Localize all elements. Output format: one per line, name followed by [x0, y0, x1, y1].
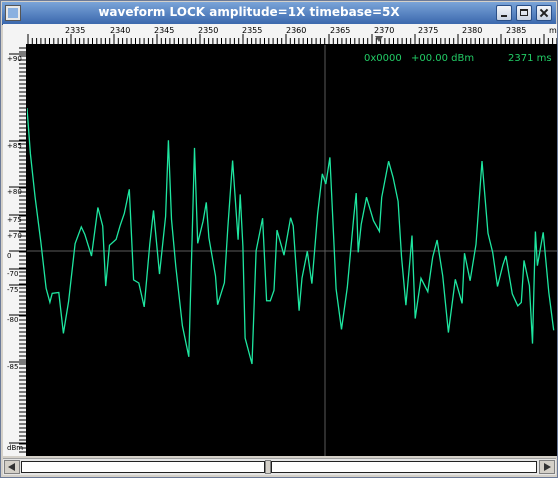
- arrow-left-icon[interactable]: [4, 460, 20, 474]
- time-tick-label: 2355: [242, 26, 262, 35]
- level-tick-label: +75: [7, 216, 22, 224]
- time-tick-label: 2360: [286, 26, 306, 35]
- level-tick-label: +85: [7, 142, 22, 150]
- level-tick-label: -75: [7, 286, 18, 294]
- waveform-trace: [27, 108, 555, 365]
- time-tick-label: 2380: [462, 26, 482, 35]
- maximize-button[interactable]: [516, 5, 532, 21]
- time-tick-label: 2370: [374, 26, 394, 35]
- readout-time: 2371 ms: [508, 53, 552, 64]
- level-tick-label: +80: [7, 188, 22, 196]
- close-button[interactable]: [536, 5, 552, 21]
- time-tick-label: 2385: [506, 26, 526, 35]
- time-ruler: 2335 2340 2345 2350 2355 2360 2365 2370 2375 2380…: [26, 24, 557, 45]
- time-tick-label: ms: [549, 26, 557, 35]
- time-tick-label: 2345: [154, 26, 174, 35]
- waveform-window: waveform LOCK amplitude=1X timebase=5X 2…: [0, 0, 558, 478]
- readout-level: +00.00 dBm: [411, 53, 474, 64]
- time-ruler-svg: 2335 2340 2345 2350 2355 2360 2365 2370 2375 2380…: [27, 26, 557, 44]
- time-tick-label: 2335: [65, 26, 85, 35]
- level-tick-label: dBm: [7, 444, 23, 452]
- minimize-button[interactable]: [496, 5, 512, 21]
- window-title: waveform LOCK amplitude=1X timebase=5X: [98, 5, 400, 19]
- level-ruler-svg: +90 +85 +80 +75 +70 0 -70 -75 -80 -85 dBm: [7, 47, 26, 453]
- time-tick-label: 2365: [330, 26, 350, 35]
- level-ruler: +90 +85 +80 +75 +70 0 -70 -75 -80 -85 dBm: [3, 44, 27, 456]
- scroll-track-right[interactable]: [271, 461, 537, 473]
- time-tick-label: 2375: [418, 26, 438, 35]
- level-tick-label: +70: [7, 232, 22, 240]
- level-tick-label: 0: [7, 252, 11, 260]
- ruler-corner: [3, 24, 26, 44]
- time-tick-label: 2340: [110, 26, 130, 35]
- level-tick-label: -85: [7, 363, 18, 371]
- title-bar[interactable]: waveform LOCK amplitude=1X timebase=5X: [2, 2, 556, 25]
- level-tick-label: -80: [7, 316, 18, 324]
- scroll-track-left[interactable]: [21, 461, 265, 473]
- level-tick-label: +90: [7, 55, 22, 63]
- level-tick-label: -70: [7, 270, 18, 278]
- waveform-display[interactable]: 0x0000 +00.00 dBm 2371 ms: [27, 45, 557, 456]
- time-tick-label: 2350: [198, 26, 218, 35]
- arrow-right-icon[interactable]: [539, 460, 555, 474]
- waveform-svg: 0x0000 +00.00 dBm 2371 ms: [27, 45, 557, 456]
- horizontal-scrollbar[interactable]: [3, 458, 556, 475]
- readout-value: 0x0000: [364, 53, 402, 64]
